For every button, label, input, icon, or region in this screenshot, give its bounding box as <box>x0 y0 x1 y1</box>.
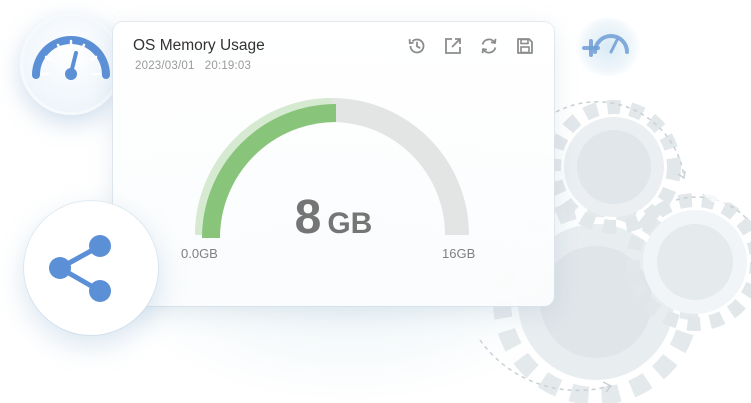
gauge-min-label: 0.0GB <box>181 246 218 261</box>
speedometer-icon <box>32 36 110 80</box>
gauge-value-number: 8 <box>294 191 322 244</box>
share-badge <box>24 201 158 335</box>
dashboard-badge <box>20 13 122 115</box>
share-icon <box>49 235 111 302</box>
gear-icon <box>626 193 751 331</box>
add-gauge-icon <box>582 34 629 57</box>
gauge-value: 8 GB <box>113 190 554 245</box>
gauge-max-label: 16GB <box>442 246 476 261</box>
memory-gauge <box>195 98 469 239</box>
gauge-value-unit: GB <box>327 207 373 240</box>
memory-usage-card: OS Memory Usage 2023/03/01 20:19:03 8 GB… <box>113 22 554 306</box>
add-gauge-badge <box>575 18 641 76</box>
